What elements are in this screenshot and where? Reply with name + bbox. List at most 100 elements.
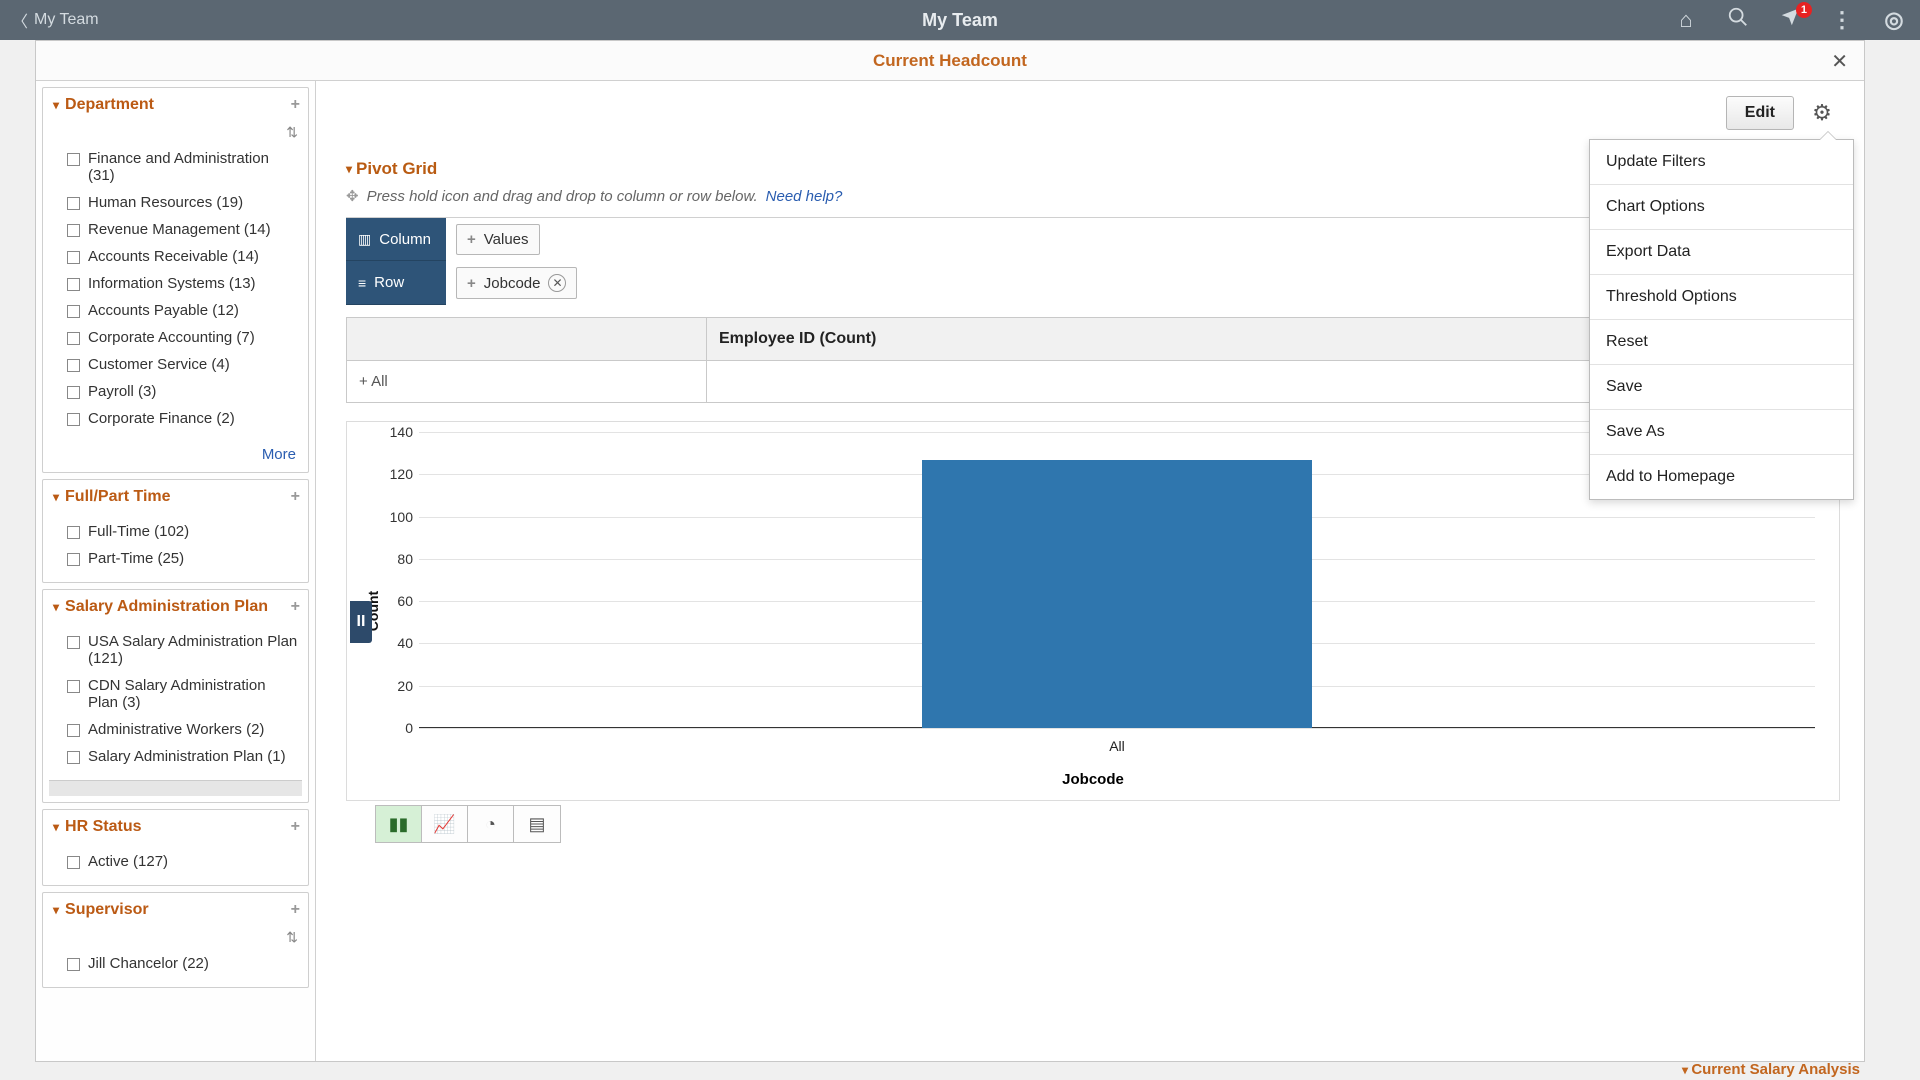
filter-item[interactable]: Finance and Administration (31) bbox=[67, 145, 298, 189]
filter-item[interactable]: Accounts Receivable (14) bbox=[67, 243, 298, 270]
gear-menu-item[interactable]: Add to Homepage bbox=[1590, 455, 1853, 499]
filter-item[interactable]: Accounts Payable (12) bbox=[67, 297, 298, 324]
add-filter-icon[interactable]: + bbox=[291, 598, 300, 616]
filter-item-label: CDN Salary Administration Plan (3) bbox=[88, 677, 298, 711]
checkbox-icon[interactable] bbox=[67, 197, 80, 210]
checkbox-icon[interactable] bbox=[67, 332, 80, 345]
checkbox-icon[interactable] bbox=[67, 680, 80, 693]
gear-menu-item[interactable]: Update Filters bbox=[1590, 140, 1853, 185]
horizontal-scrollbar[interactable] bbox=[49, 780, 302, 796]
filter-fullpart-header[interactable]: Full/Part Time + bbox=[43, 480, 308, 514]
gear-menu-item[interactable]: Chart Options bbox=[1590, 185, 1853, 230]
filter-item-label: USA Salary Administration Plan (121) bbox=[88, 633, 298, 667]
sort-icon[interactable]: ⇅ bbox=[43, 122, 308, 141]
filter-hrstatus: HR Status + Active (127) bbox=[42, 809, 309, 886]
checkbox-icon[interactable] bbox=[67, 224, 80, 237]
notifications-icon[interactable]: 1 bbox=[1774, 6, 1806, 34]
filter-hrstatus-header[interactable]: HR Status + bbox=[43, 810, 308, 844]
chip-values[interactable]: + Values bbox=[456, 224, 540, 255]
line-chart-icon[interactable]: 📈 bbox=[422, 806, 468, 842]
checkbox-icon[interactable] bbox=[67, 386, 80, 399]
add-filter-icon[interactable]: + bbox=[291, 96, 300, 114]
filter-item[interactable]: CDN Salary Administration Plan (3) bbox=[67, 672, 298, 716]
checkbox-icon[interactable] bbox=[67, 413, 80, 426]
filter-item-label: Jill Chancelor (22) bbox=[88, 955, 209, 972]
sort-icon[interactable]: ⇅ bbox=[43, 927, 308, 946]
chart-ytick: 20 bbox=[373, 678, 413, 694]
gear-menu-item[interactable]: Threshold Options bbox=[1590, 275, 1853, 320]
filter-item-label: Corporate Finance (2) bbox=[88, 410, 235, 427]
checkbox-icon[interactable] bbox=[67, 553, 80, 566]
filters-sidebar[interactable]: Department + ⇅ Finance and Administratio… bbox=[36, 81, 316, 1061]
chart-ytick: 100 bbox=[373, 509, 413, 525]
table-corner bbox=[347, 318, 707, 360]
axis-row[interactable]: ≡ Row bbox=[346, 261, 446, 305]
checkbox-icon[interactable] bbox=[67, 153, 80, 166]
filter-item[interactable]: Information Systems (13) bbox=[67, 270, 298, 297]
checkbox-icon[interactable] bbox=[67, 751, 80, 764]
back-button[interactable]: 〈 My Team bbox=[0, 0, 111, 40]
filter-item[interactable]: Jill Chancelor (22) bbox=[67, 950, 298, 977]
checkbox-icon[interactable] bbox=[67, 724, 80, 737]
checkbox-icon[interactable] bbox=[67, 359, 80, 372]
add-filter-icon[interactable]: + bbox=[291, 488, 300, 506]
bar-chart-icon[interactable]: ▮▮ bbox=[376, 806, 422, 842]
filter-item[interactable]: Payroll (3) bbox=[67, 378, 298, 405]
gear-menu-item[interactable]: Save bbox=[1590, 365, 1853, 410]
filter-item[interactable]: USA Salary Administration Plan (121) bbox=[67, 628, 298, 672]
checkbox-icon[interactable] bbox=[67, 278, 80, 291]
search-icon[interactable] bbox=[1722, 6, 1754, 34]
chart-ytick: 120 bbox=[373, 466, 413, 482]
more-link[interactable]: More bbox=[262, 446, 296, 463]
gear-menu-item[interactable]: Export Data bbox=[1590, 230, 1853, 275]
add-filter-icon[interactable]: + bbox=[291, 901, 300, 919]
add-filter-icon[interactable]: + bbox=[291, 818, 300, 836]
pie-chart-icon[interactable]: ◔ bbox=[468, 806, 514, 842]
filter-item[interactable]: Corporate Accounting (7) bbox=[67, 324, 298, 351]
chip-jobcode[interactable]: + Jobcode ✕ bbox=[456, 267, 577, 299]
filter-item[interactable]: Administrative Workers (2) bbox=[67, 716, 298, 743]
filter-department-header[interactable]: Department + bbox=[43, 88, 308, 122]
filter-item[interactable]: Full-Time (102) bbox=[67, 518, 298, 545]
filter-item[interactable]: Salary Administration Plan (1) bbox=[67, 743, 298, 770]
filter-item-label: Accounts Receivable (14) bbox=[88, 248, 259, 265]
filter-item[interactable]: Active (127) bbox=[67, 848, 298, 875]
salary-analysis-link[interactable]: Current Salary Analysis bbox=[1682, 1061, 1860, 1078]
hbar-chart-icon[interactable]: ▤ bbox=[514, 806, 560, 842]
remove-chip-icon[interactable]: ✕ bbox=[548, 274, 566, 292]
close-icon[interactable]: ✕ bbox=[1831, 49, 1848, 74]
chart-type-switch: ▮▮ 📈 ◔ ▤ bbox=[375, 801, 561, 843]
help-link[interactable]: Need help? bbox=[766, 188, 843, 205]
filter-item-label: Information Systems (13) bbox=[88, 275, 256, 292]
plus-icon: + bbox=[467, 231, 476, 248]
axis-column[interactable]: ▥ Column bbox=[346, 218, 446, 261]
checkbox-icon[interactable] bbox=[67, 958, 80, 971]
collapse-sidebar-button[interactable]: II bbox=[350, 601, 372, 643]
chart-ytick: 40 bbox=[373, 635, 413, 651]
table-row-expand[interactable]: + All bbox=[347, 361, 707, 402]
checkbox-icon[interactable] bbox=[67, 305, 80, 318]
filter-item[interactable]: Part-Time (25) bbox=[67, 545, 298, 572]
checkbox-icon[interactable] bbox=[67, 526, 80, 539]
filter-salaryplan-header[interactable]: Salary Administration Plan + bbox=[43, 590, 308, 624]
checkbox-icon[interactable] bbox=[67, 251, 80, 264]
compass-icon[interactable]: ◎ bbox=[1878, 7, 1910, 33]
gear-icon[interactable]: ⚙ bbox=[1804, 95, 1840, 131]
edit-button[interactable]: Edit bbox=[1726, 96, 1794, 130]
page-title: My Team bbox=[922, 10, 998, 31]
gear-menu-item[interactable]: Reset bbox=[1590, 320, 1853, 365]
checkbox-icon[interactable] bbox=[67, 856, 80, 869]
filter-supervisor-header[interactable]: Supervisor + bbox=[43, 893, 308, 927]
chart-bar[interactable] bbox=[922, 460, 1313, 729]
checkbox-icon[interactable] bbox=[67, 636, 80, 649]
chart-ytick: 0 bbox=[373, 720, 413, 736]
app-topbar: 〈 My Team My Team ⌂ 1 ⋮ ◎ bbox=[0, 0, 1920, 40]
filter-item[interactable]: Corporate Finance (2) bbox=[67, 405, 298, 432]
filter-item[interactable]: Customer Service (4) bbox=[67, 351, 298, 378]
home-icon[interactable]: ⌂ bbox=[1670, 7, 1702, 33]
kebab-menu-icon[interactable]: ⋮ bbox=[1826, 7, 1858, 33]
filter-item[interactable]: Human Resources (19) bbox=[67, 189, 298, 216]
plus-icon: + bbox=[467, 275, 476, 292]
gear-menu-item[interactable]: Save As bbox=[1590, 410, 1853, 455]
filter-item[interactable]: Revenue Management (14) bbox=[67, 216, 298, 243]
